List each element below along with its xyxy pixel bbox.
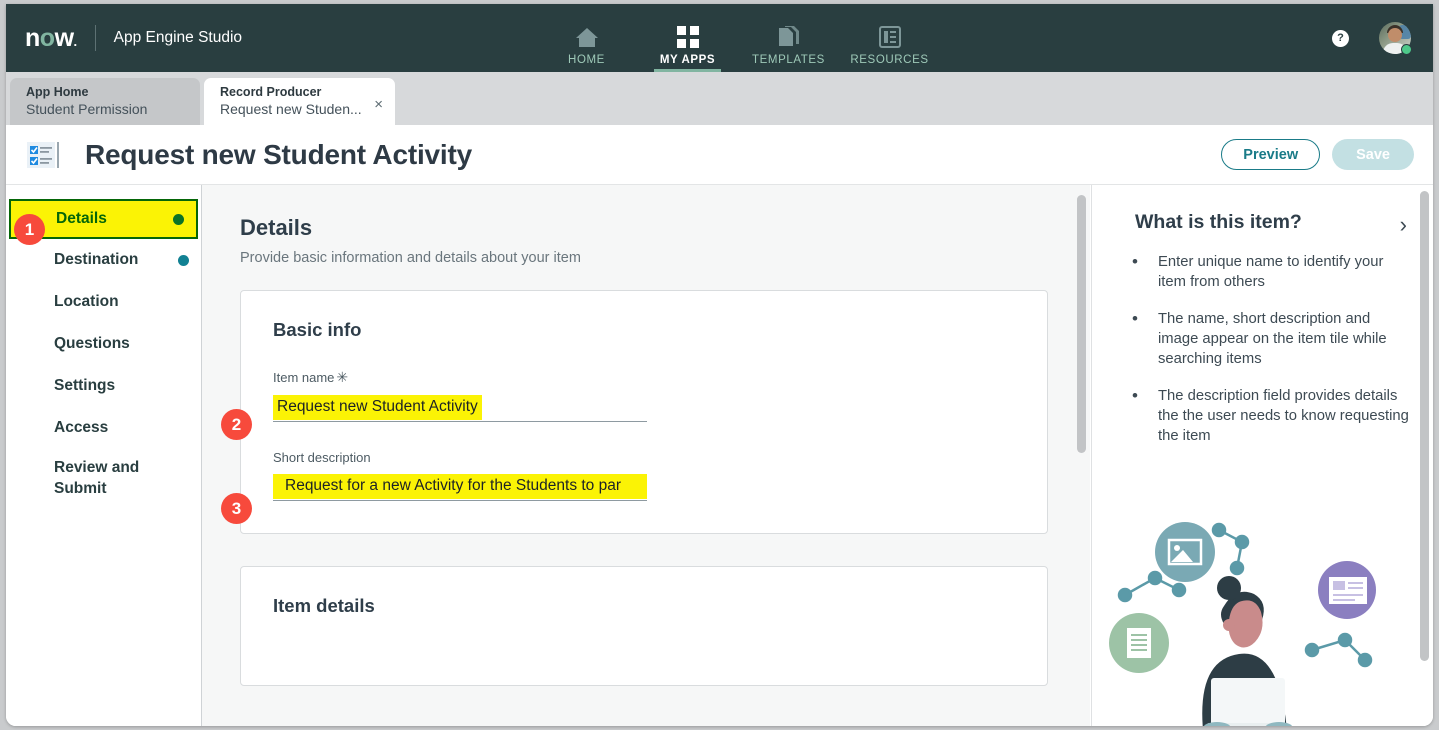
bullet-text: The description field provides details t…	[1158, 388, 1409, 444]
annotation-badge-3: 3	[221, 493, 252, 524]
body-area: Details Destination Location Questions S…	[6, 184, 1433, 726]
sidebar-item-settings[interactable]: Settings	[6, 365, 201, 407]
top-right-actions: ?	[1332, 4, 1412, 72]
sidebar-item-access[interactable]: Access	[6, 407, 201, 449]
item-name-label: Item name ✳	[273, 369, 1015, 386]
preview-button[interactable]: Preview	[1221, 139, 1321, 170]
tab-name-label: Student Permission	[26, 101, 148, 117]
card-title-item-details: Item details	[273, 595, 375, 616]
page-title: Request new Student Activity	[85, 138, 472, 170]
top-navigation-bar: now. App Engine Studio HOME MY APPS TEMP…	[6, 4, 1433, 72]
sidebar-item-label: Destination	[54, 251, 139, 268]
status-dot-icon	[178, 254, 189, 266]
grid-icon	[676, 24, 700, 50]
home-icon	[574, 24, 600, 50]
short-description-value: Request for a new Activity for the Stude…	[273, 474, 647, 499]
page-header: Request new Student Activity Preview Sav…	[6, 125, 1433, 184]
short-description-field: Short description Request for a new Acti…	[273, 450, 1015, 501]
bullet-icon: •	[1132, 386, 1138, 405]
help-panel-title: What is this item?	[1135, 211, 1302, 233]
section-subtitle: Provide basic information and details ab…	[240, 250, 581, 266]
chevron-right-icon[interactable]: ›	[1400, 214, 1407, 236]
card-title-basic-info: Basic info	[273, 319, 362, 340]
nav-item-templates[interactable]: TEMPLATES	[738, 4, 839, 72]
item-name-input[interactable]: Request new Student Activity	[273, 395, 647, 422]
help-panel-header: What is this item? ›	[1092, 185, 1433, 236]
tab-app-home[interactable]: App Home Student Permission	[10, 78, 200, 125]
help-panel: What is this item? › • Enter unique name…	[1091, 185, 1433, 726]
sidebar-item-review-and-submit[interactable]: Review and Submit	[6, 449, 201, 507]
status-dot-icon	[173, 213, 184, 225]
nav-item-resources[interactable]: RESOURCES	[839, 4, 940, 72]
templates-icon	[777, 24, 801, 50]
bullet-text: The name, short description and image ap…	[1158, 311, 1387, 367]
sidebar-item-label: Settings	[54, 377, 116, 394]
nav-label-my-apps: MY APPS	[659, 54, 716, 66]
sidebar-item-label: Location	[54, 293, 119, 310]
main-scrollbar-thumb[interactable]	[1077, 195, 1086, 453]
help-illustration	[1107, 480, 1417, 726]
bullet-icon: •	[1132, 252, 1138, 271]
list-item: • Enter unique name to identify your ite…	[1132, 252, 1413, 292]
nav-item-my-apps[interactable]: MY APPS	[637, 4, 738, 72]
app-name-label: App Engine Studio	[113, 29, 243, 46]
main-scrollbar[interactable]	[1075, 185, 1090, 726]
sidebar-item-label: Questions	[54, 335, 130, 352]
help-panel-scrollbar-thumb[interactable]	[1420, 191, 1429, 661]
brand-area[interactable]: now. App Engine Studio	[6, 4, 242, 72]
sidebar-item-location[interactable]: Location	[6, 281, 201, 323]
list-item: • The description field provides details…	[1132, 386, 1413, 446]
item-name-value: Request new Student Activity	[273, 395, 482, 420]
tab-record-producer[interactable]: Record Producer Request new Studen... ×	[204, 78, 395, 125]
sidebar-item-destination[interactable]: Destination	[6, 239, 201, 281]
annotation-badge-2: 2	[221, 409, 252, 440]
short-description-label: Short description	[273, 450, 371, 465]
now-logo: now.	[25, 23, 77, 52]
primary-nav: HOME MY APPS TEMPLATES RESOURCES	[536, 4, 940, 72]
sidebar-item-label: Review and Submit	[54, 459, 140, 497]
tab-name-label: Request new Studen...	[220, 101, 362, 117]
nav-item-home[interactable]: HOME	[536, 4, 637, 72]
help-panel-bullets: • Enter unique name to identify your ite…	[1092, 236, 1433, 446]
section-title: Details	[240, 215, 313, 240]
nav-label-resources: RESOURCES	[850, 54, 929, 66]
record-producer-icon	[26, 139, 62, 171]
presence-online-icon	[1401, 44, 1412, 55]
avatar[interactable]	[1379, 22, 1412, 55]
item-name-field: Item name ✳ Request new Student Activity	[273, 369, 1015, 422]
app-window: now. App Engine Studio HOME MY APPS TEMP…	[6, 4, 1433, 726]
item-details-card: Item details	[240, 566, 1048, 686]
sidebar-item-label: Details	[56, 210, 107, 227]
short-description-input[interactable]: Request for a new Activity for the Stude…	[273, 474, 647, 501]
required-asterisk-icon: ✳	[336, 369, 349, 385]
basic-info-card: Basic info Item name ✳ Request new Studen…	[240, 290, 1048, 534]
tab-strip: App Home Student Permission Record Produ…	[6, 72, 1433, 188]
bullet-icon: •	[1132, 309, 1138, 328]
help-panel-scrollbar[interactable]	[1418, 185, 1432, 726]
header-actions: Preview Save	[1221, 139, 1414, 170]
sidebar-item-questions[interactable]: Questions	[6, 323, 201, 365]
close-icon[interactable]: ×	[374, 97, 383, 112]
bullet-text: Enter unique name to identify your item …	[1158, 254, 1384, 290]
brand-divider	[94, 25, 96, 51]
nav-label-home: HOME	[568, 54, 605, 66]
resources-icon	[878, 24, 902, 50]
step-sidebar: Details Destination Location Questions S…	[6, 185, 202, 726]
tab-kind-label: App Home	[26, 85, 89, 99]
tab-kind-label: Record Producer	[220, 85, 322, 99]
list-item: • The name, short description and image …	[1132, 309, 1413, 369]
annotation-badge-1: 1	[14, 214, 45, 245]
save-button[interactable]: Save	[1332, 139, 1414, 170]
nav-label-templates: TEMPLATES	[752, 54, 825, 66]
help-icon[interactable]: ?	[1332, 29, 1349, 47]
sidebar-item-label: Access	[54, 419, 109, 436]
main-content: Details Provide basic information and de…	[202, 185, 1090, 726]
item-name-label-text: Item name	[273, 370, 335, 385]
